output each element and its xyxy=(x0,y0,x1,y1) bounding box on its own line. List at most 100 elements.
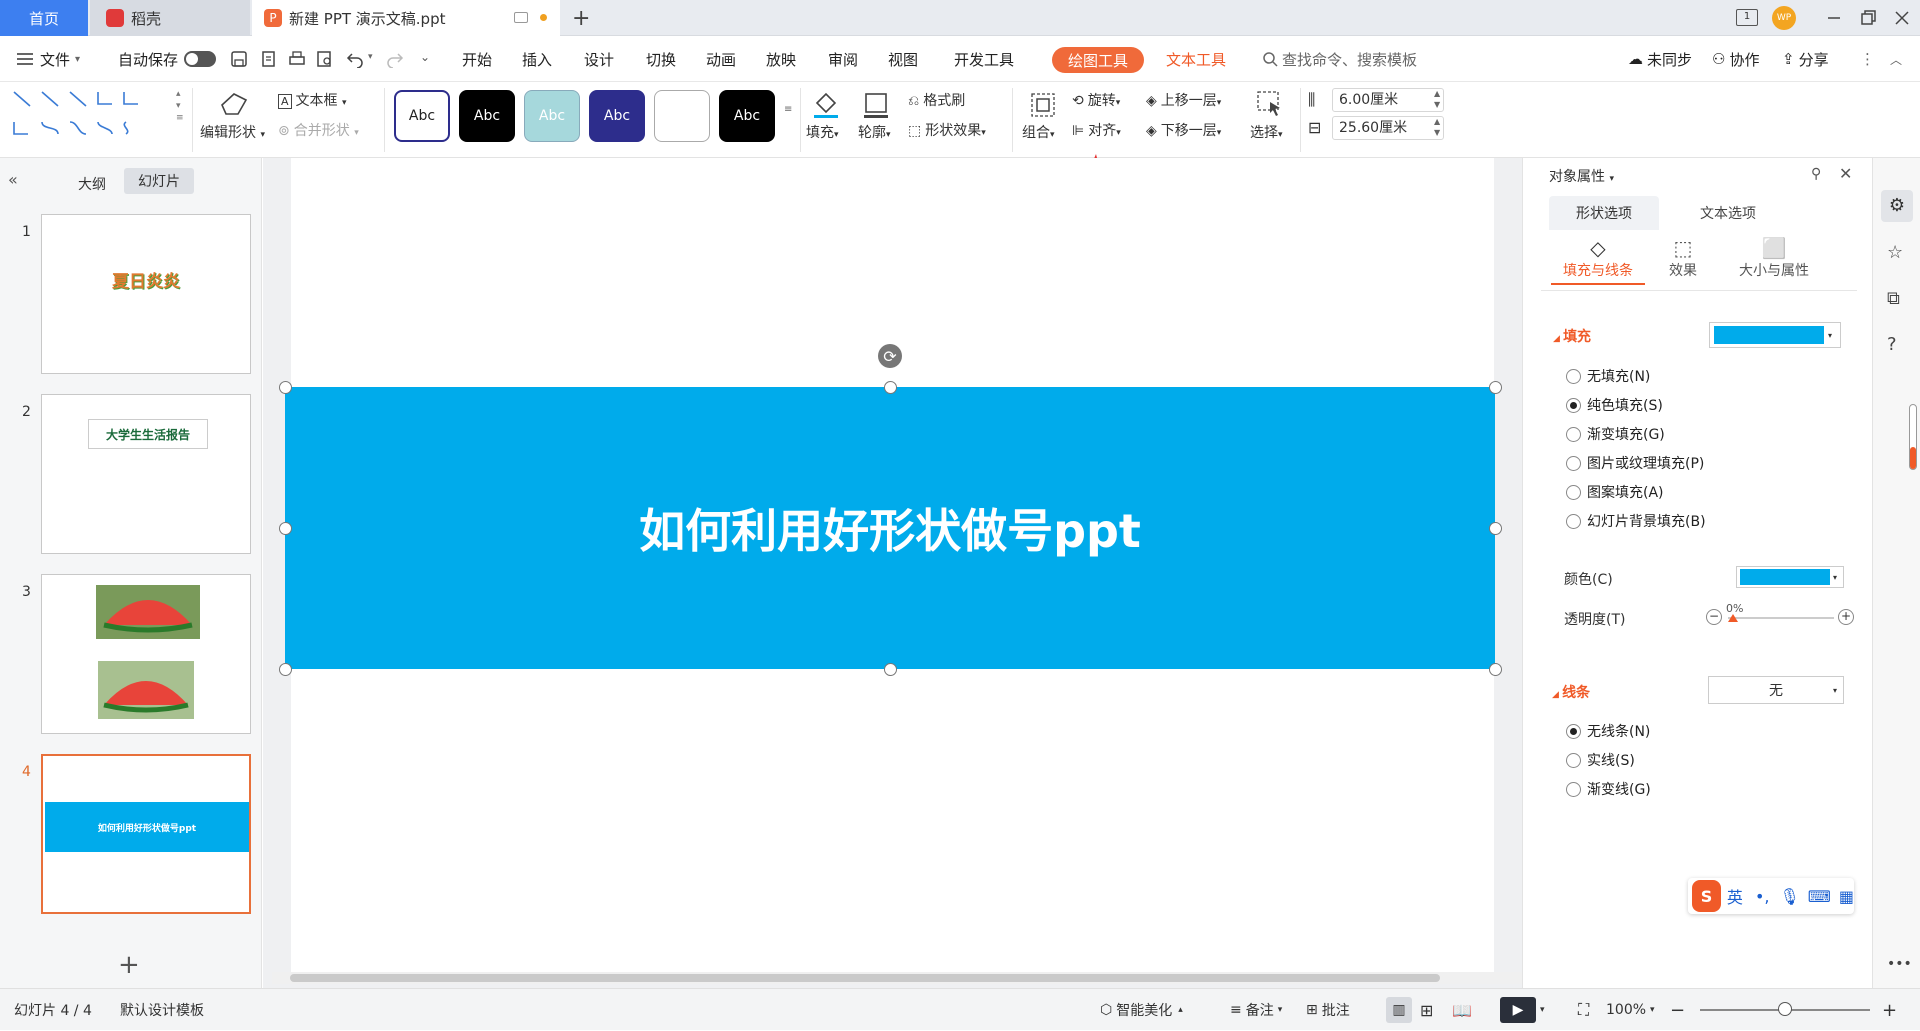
tab-home[interactable]: 首页 xyxy=(0,0,88,36)
resize-handle-nw[interactable] xyxy=(279,381,292,394)
line-option-gradient[interactable]: 渐变线(G) xyxy=(1566,779,1651,799)
shape-style-5[interactable] xyxy=(654,90,710,142)
rotate-button[interactable]: ⟲ 旋转▾ xyxy=(1072,90,1120,110)
radio-button[interactable] xyxy=(1566,397,1581,413)
outline-button[interactable]: 轮廓▾ xyxy=(858,122,891,142)
collapse-panel-icon[interactable]: « xyxy=(8,170,18,189)
panel-title[interactable]: 对象属性 ▾ xyxy=(1549,166,1614,186)
menu-animation[interactable]: 动画 xyxy=(706,36,736,82)
color-dropdown[interactable]: ▾ xyxy=(1736,566,1844,588)
group-button[interactable]: 组合▾ xyxy=(1022,122,1055,142)
fit-window-icon[interactable]: ⛶ xyxy=(1578,989,1589,1031)
line-option-solid[interactable]: 实线(S) xyxy=(1566,750,1635,770)
star-icon[interactable]: ☆ xyxy=(1887,242,1903,263)
radio-button[interactable] xyxy=(1566,426,1581,442)
share-button[interactable]: ⇪ 分享 xyxy=(1782,36,1829,82)
menu-start[interactable]: 开始 xyxy=(462,36,492,82)
punctuation-icon[interactable]: •, xyxy=(1755,887,1770,906)
comments-button[interactable]: ⊞ 批注 xyxy=(1306,989,1350,1031)
zoom-out-icon[interactable]: − xyxy=(1670,989,1685,1031)
normal-view-icon[interactable]: ▥ xyxy=(1386,997,1412,1023)
menu-slideshow[interactable]: 放映 xyxy=(766,36,796,82)
grid-view-icon[interactable]: ⊞ xyxy=(1420,989,1433,1031)
print-icon[interactable] xyxy=(288,50,306,68)
keyboard-icon[interactable]: ⌨ xyxy=(1808,887,1831,906)
shape-text[interactable]: 如何利用好形状做号ppt xyxy=(639,495,1141,561)
line-option-none[interactable]: 无线条(N) xyxy=(1566,721,1650,741)
resize-handle-n[interactable] xyxy=(884,381,897,394)
side-slider[interactable] xyxy=(1909,404,1917,470)
tab-daoke[interactable]: 稻壳 xyxy=(90,0,250,36)
copy-icon[interactable]: ⧉ xyxy=(1887,288,1900,309)
play-options-icon[interactable]: ▾ xyxy=(1540,989,1545,1031)
slide-thumb-3[interactable] xyxy=(41,574,251,734)
resize-handle-sw[interactable] xyxy=(279,663,292,676)
resize-handle-ne[interactable] xyxy=(1489,381,1502,394)
rotate-handle-icon[interactable]: ⟳ xyxy=(878,344,902,368)
menu-developer[interactable]: 开发工具 xyxy=(954,36,1014,82)
resize-handle-e[interactable] xyxy=(1489,522,1502,535)
restore-icon[interactable] xyxy=(1858,8,1878,28)
close-window-icon[interactable] xyxy=(1892,8,1912,28)
more-quick-icon[interactable]: ⌄ xyxy=(420,50,430,64)
height-stepper[interactable]: ▲ ▼ xyxy=(1434,88,1440,110)
radio-button[interactable] xyxy=(1566,484,1581,500)
ime-toolbar[interactable]: S 英 •, 🎙 ⌨ ▦ xyxy=(1688,878,1854,914)
zoom-in-icon[interactable]: + xyxy=(1882,989,1897,1031)
template-name[interactable]: 默认设计模板 xyxy=(120,989,204,1031)
menu-design[interactable]: 设计 xyxy=(584,36,614,82)
tab-slides[interactable]: 幻灯片 xyxy=(124,168,194,194)
subtab-size[interactable]: ⬜ 大小与属性 xyxy=(1729,236,1819,280)
fill-section-header[interactable]: ◢ 填充 xyxy=(1553,326,1591,346)
play-slideshow-button[interactable]: ▶ xyxy=(1500,997,1536,1023)
apps-grid-icon[interactable]: ▦ xyxy=(1839,887,1854,906)
export-pdf-icon[interactable] xyxy=(260,50,278,68)
transparency-slider[interactable] xyxy=(1728,617,1834,619)
help-icon[interactable]: ? xyxy=(1887,334,1897,355)
reading-view-icon[interactable]: 📖 xyxy=(1452,989,1472,1031)
send-backward-button[interactable]: ◈ 下移一层▾ xyxy=(1146,120,1221,140)
connector-gallery[interactable] xyxy=(10,88,176,146)
zoom-dropdown[interactable]: 100% ▾ xyxy=(1606,989,1655,1031)
beautify-button[interactable]: ⬡ 智能美化 ▴ xyxy=(1100,989,1183,1031)
style-more-icon[interactable]: ≡ xyxy=(784,104,792,115)
add-slide-button[interactable]: + xyxy=(118,950,140,980)
menu-view[interactable]: 视图 xyxy=(888,36,918,82)
shape-style-3[interactable]: Abc xyxy=(524,90,580,142)
edit-shape-button[interactable]: 编辑形状 ▾ xyxy=(200,122,265,142)
print-preview-icon[interactable] xyxy=(316,50,334,68)
tab-text-tools[interactable]: 文本工具 xyxy=(1166,36,1226,82)
collab-button[interactable]: ⚇ 协作 xyxy=(1712,36,1759,82)
file-menu[interactable]: 文件 ▾ xyxy=(16,36,80,82)
fill-option-background[interactable]: 幻灯片背景填充(B) xyxy=(1566,511,1706,531)
monitor-icon[interactable] xyxy=(514,12,528,23)
selected-rectangle-shape[interactable]: 如何利用好形状做号ppt xyxy=(285,387,1495,669)
shape-style-2[interactable]: Abc xyxy=(459,90,515,142)
command-search[interactable]: 查找命令、搜索模板 xyxy=(1262,36,1417,82)
collapse-ribbon-icon[interactable]: ︿ xyxy=(1890,36,1902,82)
radio-button[interactable] xyxy=(1566,513,1581,529)
height-input[interactable]: 6.00厘米 xyxy=(1332,88,1444,112)
new-tab-button[interactable]: + xyxy=(572,0,590,36)
line-section-header[interactable]: ◢ 线条 xyxy=(1552,682,1590,702)
radio-button[interactable] xyxy=(1566,368,1581,384)
textbox-button[interactable]: A 文本框 ▾ xyxy=(278,90,347,110)
tab-outline[interactable]: 大纲 xyxy=(78,174,106,194)
tab-text-options[interactable]: 文本选项 xyxy=(1673,196,1783,230)
shape-style-4[interactable]: Abc xyxy=(589,90,645,142)
tab-shape-options[interactable]: 形状选项 xyxy=(1549,196,1659,230)
more-dots-icon[interactable]: ••• xyxy=(1887,956,1912,972)
menu-insert[interactable]: 插入 xyxy=(522,36,552,82)
horizontal-scroll-thumb[interactable] xyxy=(290,974,1440,982)
shape-style-1[interactable]: Abc xyxy=(394,90,450,142)
radio-button[interactable] xyxy=(1566,781,1581,797)
zoom-slider-thumb[interactable] xyxy=(1778,1002,1792,1016)
microphone-icon[interactable]: 🎙 xyxy=(1779,887,1799,906)
merge-shape-button[interactable]: ⊚ 合并形状 ▾ xyxy=(278,120,359,140)
transparency-increase-icon[interactable]: + xyxy=(1838,609,1854,625)
sync-button[interactable]: ☁ 未同步 xyxy=(1628,36,1692,82)
notes-button[interactable]: ≡ 备注 ▾ xyxy=(1230,989,1282,1031)
fill-option-solid[interactable]: 纯色填充(S) xyxy=(1566,395,1663,415)
more-menu-icon[interactable]: ⋮ xyxy=(1860,36,1875,82)
slide-thumb-1[interactable]: 夏日炎炎 xyxy=(41,214,251,374)
